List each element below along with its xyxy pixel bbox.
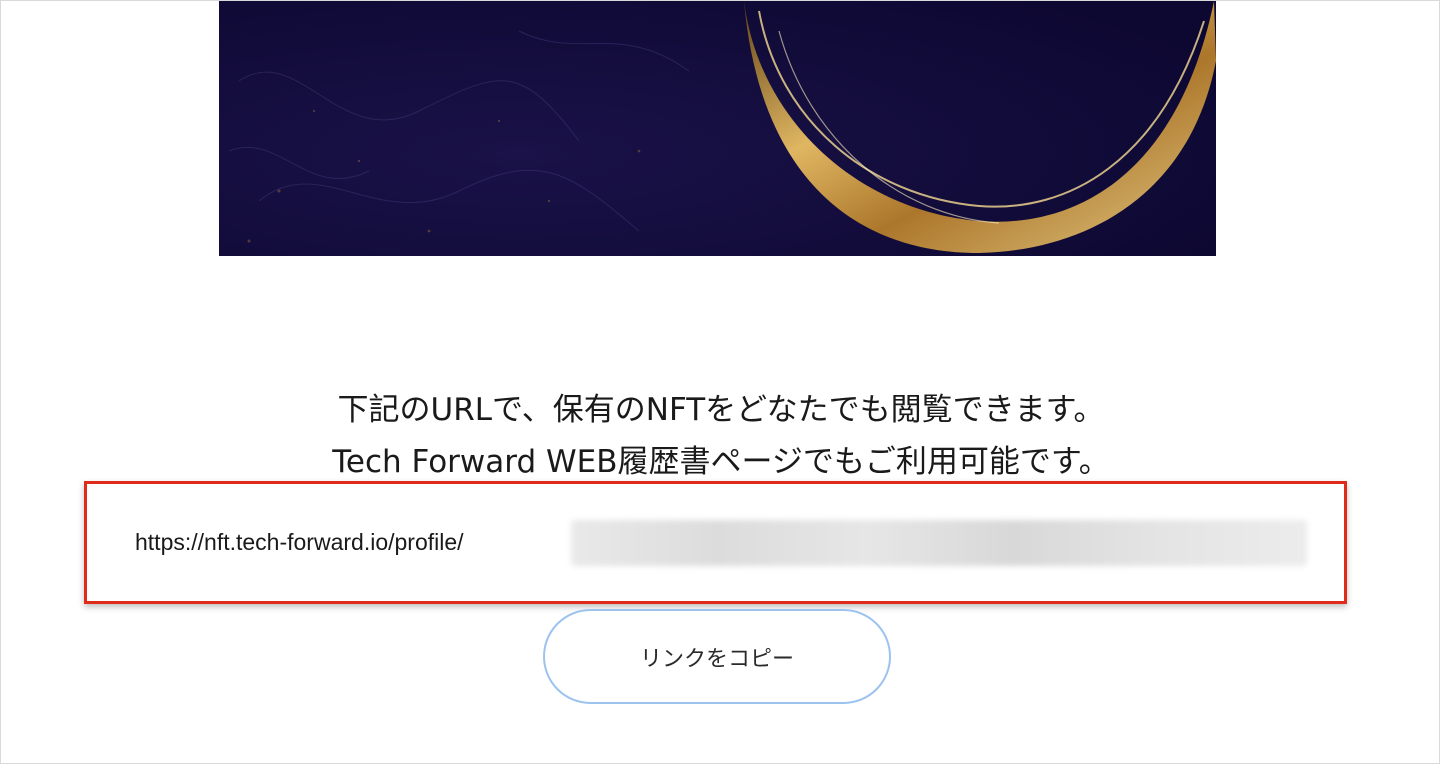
description-line-1: 下記のURLで、保有のNFTをどなたでも閲覧できます。 bbox=[337, 392, 1105, 428]
copy-link-button[interactable]: リンクをコピー bbox=[543, 609, 891, 704]
profile-url-box[interactable]: https://nft.tech-forward.io/profile/ bbox=[84, 481, 1347, 604]
nft-card-image: 002 bbox=[219, 1, 1216, 256]
screenshot-frame: 002 下記のURLで、保有のNFTをどなたでも閲覧できます。 Tech For… bbox=[0, 0, 1440, 764]
redacted-url-id bbox=[571, 520, 1307, 566]
nft-artwork bbox=[219, 1, 1216, 256]
profile-url-text[interactable]: https://nft.tech-forward.io/profile/ bbox=[135, 529, 464, 556]
share-description: 下記のURLで、保有のNFTをどなたでも閲覧できます。 Tech Forward… bbox=[1, 384, 1440, 488]
